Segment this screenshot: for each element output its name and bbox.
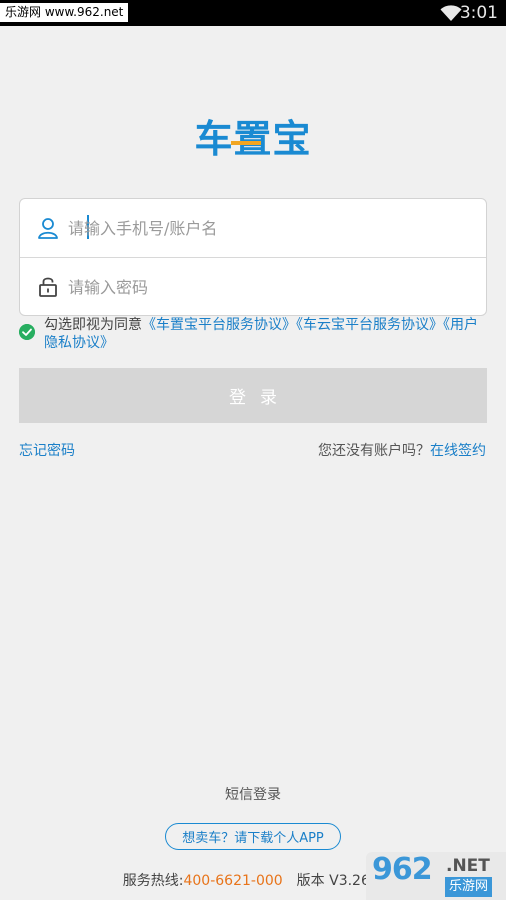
watermark-label: 乐游网 www.962.net — [0, 3, 129, 22]
no-account-text: 您还没有账户吗？ — [318, 443, 430, 459]
status-bar: 乐游网 www.962.net 3:01 — [0, 0, 506, 26]
sign-online-link[interactable]: 在线签约 — [430, 443, 486, 459]
app-logo: 车置宝 — [194, 117, 312, 161]
agreement-text: 勾选即视为同意《车置宝平台服务协议》《车云宝平台服务协议》《用户隐私协议》 — [44, 316, 490, 352]
watermark-suffix: .NET — [446, 856, 490, 876]
status-clock: 3:01 — [459, 3, 498, 23]
username-field — [20, 199, 486, 257]
login-form — [19, 198, 487, 316]
password-field — [20, 257, 486, 316]
logo-accent-bar — [231, 141, 261, 145]
cloud-agreement-link[interactable]: 《车云宝平台服务协议》 — [296, 317, 443, 333]
password-input[interactable] — [68, 272, 468, 302]
platform-agreement-link[interactable]: 《车置宝平台服务协议》 — [142, 317, 296, 333]
agreement-prefix: 勾选即视为同意 — [44, 317, 142, 333]
lock-icon — [39, 277, 57, 297]
forgot-password-link[interactable]: 忘记密码 — [19, 440, 75, 460]
no-account-prompt: 您还没有账户吗？在线签约 — [318, 440, 486, 460]
login-button[interactable]: 登录 — [19, 368, 487, 423]
watermark-brand: 962 — [372, 852, 433, 887]
sms-login-link[interactable]: 短信登录 — [0, 784, 506, 804]
hotline-label: 服务热线: — [122, 873, 184, 889]
hotline-number[interactable]: 400-6621-000 — [183, 873, 282, 889]
wifi-icon — [440, 5, 462, 21]
user-icon — [38, 218, 58, 239]
agreement-check-icon[interactable] — [19, 324, 35, 340]
sell-car-download-button[interactable]: 想卖车？请下载个人APP — [165, 823, 341, 850]
watermark-site-name: 乐游网 — [445, 877, 493, 897]
username-input[interactable] — [68, 213, 468, 243]
